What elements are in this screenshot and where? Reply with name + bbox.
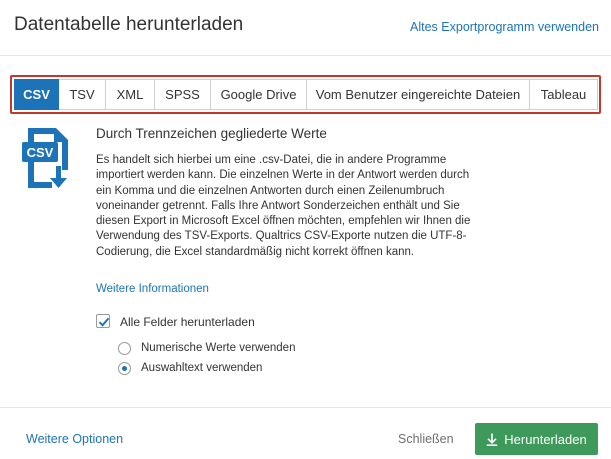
dialog-footer: Weitere Optionen Schließen Herunterladen (0, 407, 611, 459)
tab-csv[interactable]: CSV (14, 79, 59, 110)
numeric-values-radio[interactable] (118, 342, 131, 355)
dialog-header: Datentabelle herunterladen Altes Exportp… (0, 0, 611, 56)
format-tabs: CSV TSV XML SPSS Google Drive Vom Benutz… (14, 79, 598, 110)
download-all-fields-checkbox[interactable] (96, 314, 110, 328)
checkmark-icon (98, 317, 110, 327)
tab-xml[interactable]: XML (106, 79, 155, 110)
csv-file-download-icon: CSV (22, 126, 74, 192)
close-button[interactable]: Schließen (398, 432, 454, 446)
tab-spss[interactable]: SPSS (155, 79, 211, 110)
tab-google-drive[interactable]: Google Drive (211, 79, 307, 110)
dialog-title: Datentabelle herunterladen (14, 14, 244, 35)
legacy-export-link[interactable]: Altes Exportprogramm verwenden (410, 20, 599, 34)
more-options-link[interactable]: Weitere Optionen (26, 432, 123, 446)
file-icon-label: CSV (27, 145, 54, 160)
choice-text-label: Auswahltext verwenden (141, 362, 263, 374)
download-arrow-icon (487, 433, 498, 446)
tab-tableau[interactable]: Tableau (530, 79, 598, 110)
more-info-link[interactable]: Weitere Informationen (96, 283, 209, 295)
format-description: Es handelt sich hierbei um eine .csv-Dat… (96, 154, 471, 258)
numeric-values-label: Numerische Werte verwenden (141, 342, 296, 354)
download-button[interactable]: Herunterladen (475, 423, 598, 455)
download-all-fields-label: Alle Felder herunterladen (120, 315, 255, 329)
download-button-label: Herunterladen (504, 431, 587, 447)
choice-text-radio[interactable] (118, 362, 131, 375)
format-heading: Durch Trennzeichen gegliederte Werte (96, 126, 327, 141)
tab-tsv[interactable]: TSV (59, 79, 106, 110)
tab-user-submitted-files[interactable]: Vom Benutzer eingereichte Dateien (307, 79, 530, 110)
